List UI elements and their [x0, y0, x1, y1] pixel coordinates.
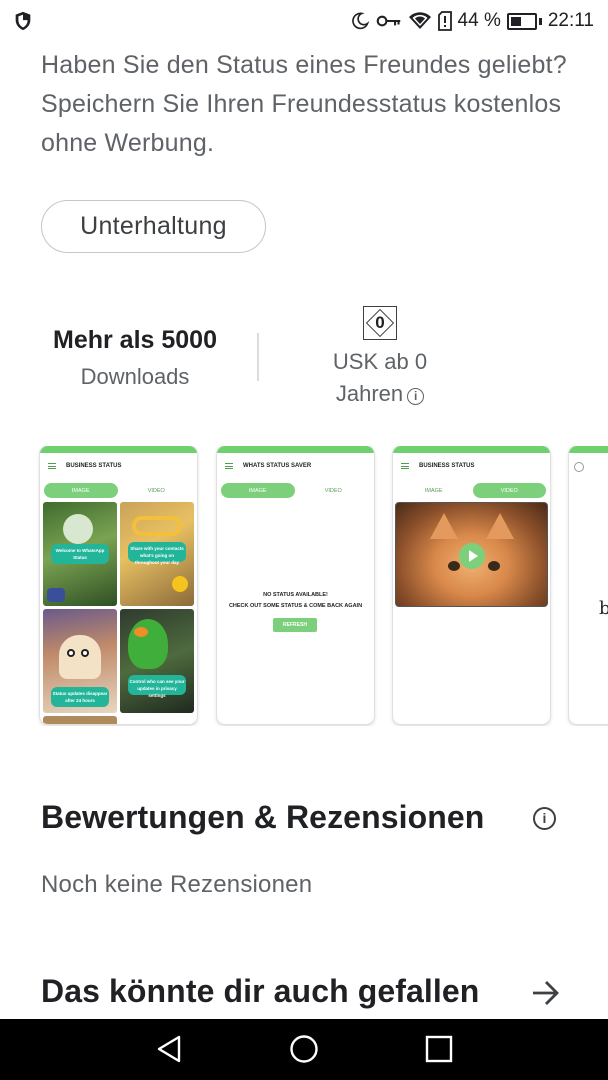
wifi-icon	[408, 12, 431, 29]
screenshot-1[interactable]: BUSINESS STATUS IMAGE VIDEO Welcome to W…	[40, 446, 197, 724]
status-tile: Control who can see your updates in priv…	[120, 609, 194, 713]
app-description: Haben Sie den Status eines Freundes geli…	[41, 51, 567, 157]
screenshot-tab-video: VIDEO	[147, 487, 165, 494]
battery-icon	[506, 12, 542, 30]
screenshot-3[interactable]: BUSINESS STATUS IMAGE VIDEO	[393, 446, 550, 724]
arrow-right-icon[interactable]	[531, 979, 561, 1007]
home-icon[interactable]	[289, 1034, 319, 1064]
menu-icon	[48, 463, 56, 469]
partial-text: bl	[599, 598, 608, 619]
category-chip[interactable]: Unterhaltung	[41, 200, 266, 253]
recents-icon[interactable]	[425, 1034, 453, 1064]
status-tile: Share with your contacts what's going on…	[120, 502, 194, 606]
kitten-video-thumbnail	[395, 502, 548, 607]
screenshot-tab-video: VIDEO	[472, 483, 546, 498]
screenshot-tab-video: VIDEO	[324, 487, 342, 494]
stats-divider	[257, 333, 259, 381]
navigation-bar	[0, 1019, 608, 1080]
empty-state-title: NO STATUS AVAILABLE!	[263, 592, 328, 598]
info-icon[interactable]: i	[533, 807, 556, 830]
status-tile: Status updates disappear after 24 hours	[43, 609, 117, 713]
screenshot-carousel[interactable]: BUSINESS STATUS IMAGE VIDEO Welcome to W…	[0, 446, 608, 726]
info-icon[interactable]: i	[407, 388, 425, 405]
moon-icon	[351, 12, 369, 30]
battery-percent: 44 %	[457, 10, 501, 31]
shield-icon	[15, 11, 31, 31]
screenshot-app-title: WHATS STATUS SAVER	[243, 463, 312, 469]
downloads-label: Downloads	[80, 364, 190, 389]
status-bar: 44 % 22:11	[0, 0, 608, 42]
sim-alert-icon	[437, 11, 452, 31]
downloads-value: Mehr als 5000	[53, 326, 217, 354]
usk-rating-label: USK ab 0	[332, 349, 428, 374]
empty-state-text: CHECK OUT SOME STATUS & COME BACK AGAIN	[228, 603, 363, 609]
screenshot-tab-image: IMAGE	[424, 487, 443, 494]
downloads-stat: Mehr als 5000 Downloads	[40, 320, 230, 394]
screenshot-2[interactable]: WHATS STATUS SAVER IMAGE VIDEO NO STATUS…	[217, 446, 374, 724]
no-reviews-text: Noch keine Rezensionen	[41, 871, 313, 898]
clock: 22:11	[547, 10, 594, 31]
back-icon[interactable]	[155, 1034, 183, 1064]
status-tile	[43, 716, 117, 724]
menu-icon	[225, 463, 233, 469]
usk-rating-years: Jahren i	[300, 378, 460, 410]
screenshot-app-title: BUSINESS STATUS	[66, 463, 122, 469]
play-icon	[459, 543, 485, 569]
recommendations-title[interactable]: Das könnte dir auch gefallen	[41, 973, 479, 1010]
key-icon	[376, 15, 400, 27]
refresh-button: REFRESH	[273, 618, 317, 632]
reviews-title: Bewertungen & Rezensionen	[41, 799, 485, 835]
close-icon	[574, 462, 584, 472]
screenshot-tab-image: IMAGE	[44, 483, 118, 498]
menu-icon	[401, 463, 409, 469]
screenshot-app-title: BUSINESS STATUS	[419, 463, 475, 469]
content-rating-stat[interactable]: 0 USK ab 0 Jahren i	[300, 306, 460, 410]
screenshot-tab-image: IMAGE	[221, 483, 295, 498]
screenshot-4[interactable]: bl	[569, 446, 608, 724]
usk-rating-icon: 0	[363, 306, 397, 340]
status-tile: Welcome to WhatsApp Status	[43, 502, 117, 606]
